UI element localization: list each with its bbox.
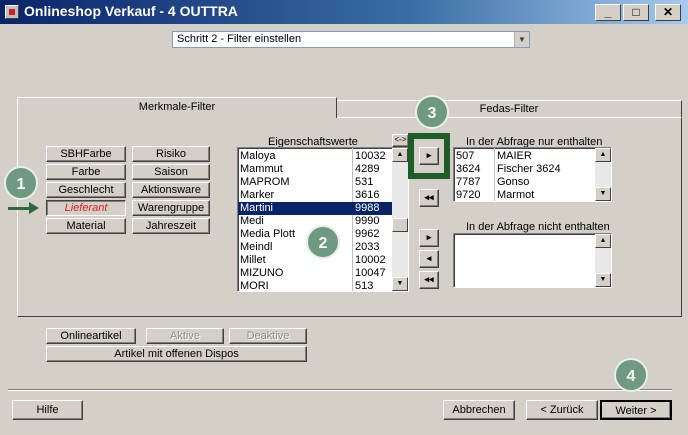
- list-item-name: MAPROM: [240, 176, 290, 188]
- property-values-scrollbar[interactable]: ▲ ▼: [392, 148, 408, 291]
- app-icon: [5, 5, 19, 19]
- pointer-arrow-head: [29, 202, 39, 214]
- list-item[interactable]: MORI 513: [238, 280, 392, 292]
- onlineartikel-button[interactable]: Onlineartikel: [46, 328, 136, 344]
- list-item-code: 10002: [355, 254, 386, 266]
- exclude-list[interactable]: ▲ ▼: [453, 233, 612, 288]
- list-item-name: Martini: [240, 202, 274, 214]
- attr-button-saison[interactable]: Saison: [132, 164, 210, 180]
- list-item-code: 2033: [355, 241, 380, 253]
- attr-button-jahreszeit[interactable]: Jahreszeit: [132, 218, 210, 234]
- list-item-code: 10047: [355, 267, 386, 279]
- list-item-name: Fischer 3624: [497, 163, 561, 175]
- property-values-list[interactable]: Maloya 10032 Mammut 4289 MAPROM 531 Marker 3…: [237, 147, 409, 292]
- maximize-button[interactable]: □: [623, 4, 649, 21]
- list-item[interactable]: MIZUNO 10047: [238, 267, 392, 280]
- list-item-selected[interactable]: Martini 9988: [238, 202, 392, 215]
- list-item-code: 7787: [456, 176, 481, 188]
- list-item-code: 3616: [355, 189, 380, 201]
- scroll-down-icon[interactable]: ▼: [595, 273, 611, 287]
- step-badge-1: 1: [4, 166, 38, 200]
- list-item-name: MIZUNO: [240, 267, 284, 279]
- list-item-name: Gonso: [497, 176, 530, 188]
- list-item[interactable]: 3624 Fischer 3624: [454, 163, 594, 176]
- pointer-arrow: [8, 207, 30, 210]
- cancel-button[interactable]: Abbrechen: [443, 400, 515, 420]
- close-button[interactable]: ✕: [655, 4, 681, 21]
- scroll-up-icon[interactable]: ▲: [595, 148, 611, 162]
- step-badge-2: 2: [306, 225, 340, 259]
- step-select[interactable]: Schritt 2 - Filter einstellen ▼: [172, 31, 530, 48]
- list-item[interactable]: Maloya 10032: [238, 150, 392, 163]
- tab-merkmale-filter[interactable]: Merkmale-Filter: [17, 97, 337, 118]
- add-to-exclude-button[interactable]: ▸: [419, 229, 439, 247]
- attr-button-aktionsware[interactable]: Aktionsware: [132, 182, 210, 198]
- tab-merkmale-filter-label: Merkmale-Filter: [138, 101, 216, 113]
- attr-button-lieferant[interactable]: Lieferant: [46, 200, 126, 216]
- scroll-up-icon[interactable]: ▲: [392, 148, 408, 162]
- list-item-name: Mammut: [240, 163, 283, 175]
- list-item-name: Media Plott: [240, 228, 296, 240]
- step-badge-3: 3: [415, 95, 449, 129]
- list-item-name: Marmot: [497, 189, 535, 201]
- attr-button-farbe[interactable]: Farbe: [46, 164, 126, 180]
- tab-fedas-filter[interactable]: Fedas-Filter: [336, 100, 682, 118]
- exclude-list-scrollbar[interactable]: ▲ ▼: [595, 234, 611, 287]
- list-item-code: 531: [355, 176, 374, 188]
- list-item-name: Meindl: [240, 241, 273, 253]
- chevron-down-icon[interactable]: ▼: [514, 32, 529, 47]
- offene-dispos-button[interactable]: Artikel mit offenen Dispos: [46, 346, 307, 362]
- exclude-list-header: In der Abfrage nicht enthalten: [466, 221, 610, 233]
- list-item-code: 507: [456, 150, 475, 162]
- list-item-name: Medi: [240, 215, 264, 227]
- list-item-name: Marker: [240, 189, 275, 201]
- scroll-thumb[interactable]: [392, 218, 408, 232]
- scroll-up-icon[interactable]: ▲: [595, 234, 611, 248]
- title-bar: Onlineshop Verkauf - 4 OUTTRA _ □ ✕: [0, 0, 688, 24]
- list-item-code: 9990: [355, 215, 380, 227]
- back-button[interactable]: < Zurück: [526, 400, 598, 420]
- list-item-code: 9988: [355, 202, 380, 214]
- footer-divider: [8, 389, 672, 391]
- list-item[interactable]: Mammut 4289: [238, 163, 392, 176]
- toggle-columns-button[interactable]: <->: [392, 134, 409, 147]
- list-item-name: Millet: [240, 254, 266, 266]
- remove-from-exclude-button[interactable]: ◂: [419, 250, 439, 268]
- aktive-button[interactable]: Aktive: [146, 328, 224, 344]
- attr-button-warengruppe[interactable]: Warengruppe: [132, 200, 210, 216]
- list-item[interactable]: Marker 3616: [238, 189, 392, 202]
- list-item[interactable]: MAPROM 531: [238, 176, 392, 189]
- attr-button-risiko[interactable]: Risiko: [132, 146, 210, 162]
- list-item[interactable]: 507 MAIER: [454, 150, 594, 163]
- list-item-code: 4289: [355, 163, 380, 175]
- highlight-box: [408, 133, 450, 179]
- step-select-value: Schritt 2 - Filter einstellen: [177, 33, 302, 45]
- remove-from-include-button[interactable]: ◂◂: [419, 189, 439, 207]
- list-item[interactable]: 9720 Marmot: [454, 189, 594, 201]
- list-item-code: 10032: [355, 150, 386, 162]
- list-item-code: 9962: [355, 228, 380, 240]
- remove-all-exclude-button[interactable]: ◂◂: [419, 271, 439, 289]
- include-list-scrollbar[interactable]: ▲ ▼: [595, 148, 611, 201]
- minimize-button[interactable]: _: [595, 4, 621, 21]
- attr-button-material[interactable]: Material: [46, 218, 126, 234]
- list-item-code: 9720: [456, 189, 481, 201]
- list-item-name: Maloya: [240, 150, 276, 162]
- scroll-down-icon[interactable]: ▼: [595, 187, 611, 201]
- tab-fedas-filter-label: Fedas-Filter: [479, 103, 539, 115]
- help-button[interactable]: Hilfe: [12, 400, 83, 420]
- deaktive-button[interactable]: Deaktive: [229, 328, 307, 344]
- next-button[interactable]: Weiter >: [600, 400, 672, 420]
- include-list[interactable]: 507 MAIER 3624 Fischer 3624 7787 Gonso 9720…: [453, 147, 612, 202]
- list-item-code: 3624: [456, 163, 481, 175]
- list-item-name: MAIER: [497, 150, 532, 162]
- list-item-name: MORI: [240, 280, 269, 292]
- window-title: Onlineshop Verkauf - 4 OUTTRA: [24, 3, 238, 19]
- scroll-down-icon[interactable]: ▼: [392, 277, 408, 291]
- attr-button-sbhfarbe[interactable]: SBHFarbe: [46, 146, 126, 162]
- attr-button-geschlecht[interactable]: Geschlecht: [46, 182, 126, 198]
- step-badge-4: 4: [614, 358, 648, 392]
- list-item[interactable]: 7787 Gonso: [454, 176, 594, 189]
- list-item-code: 513: [355, 280, 374, 292]
